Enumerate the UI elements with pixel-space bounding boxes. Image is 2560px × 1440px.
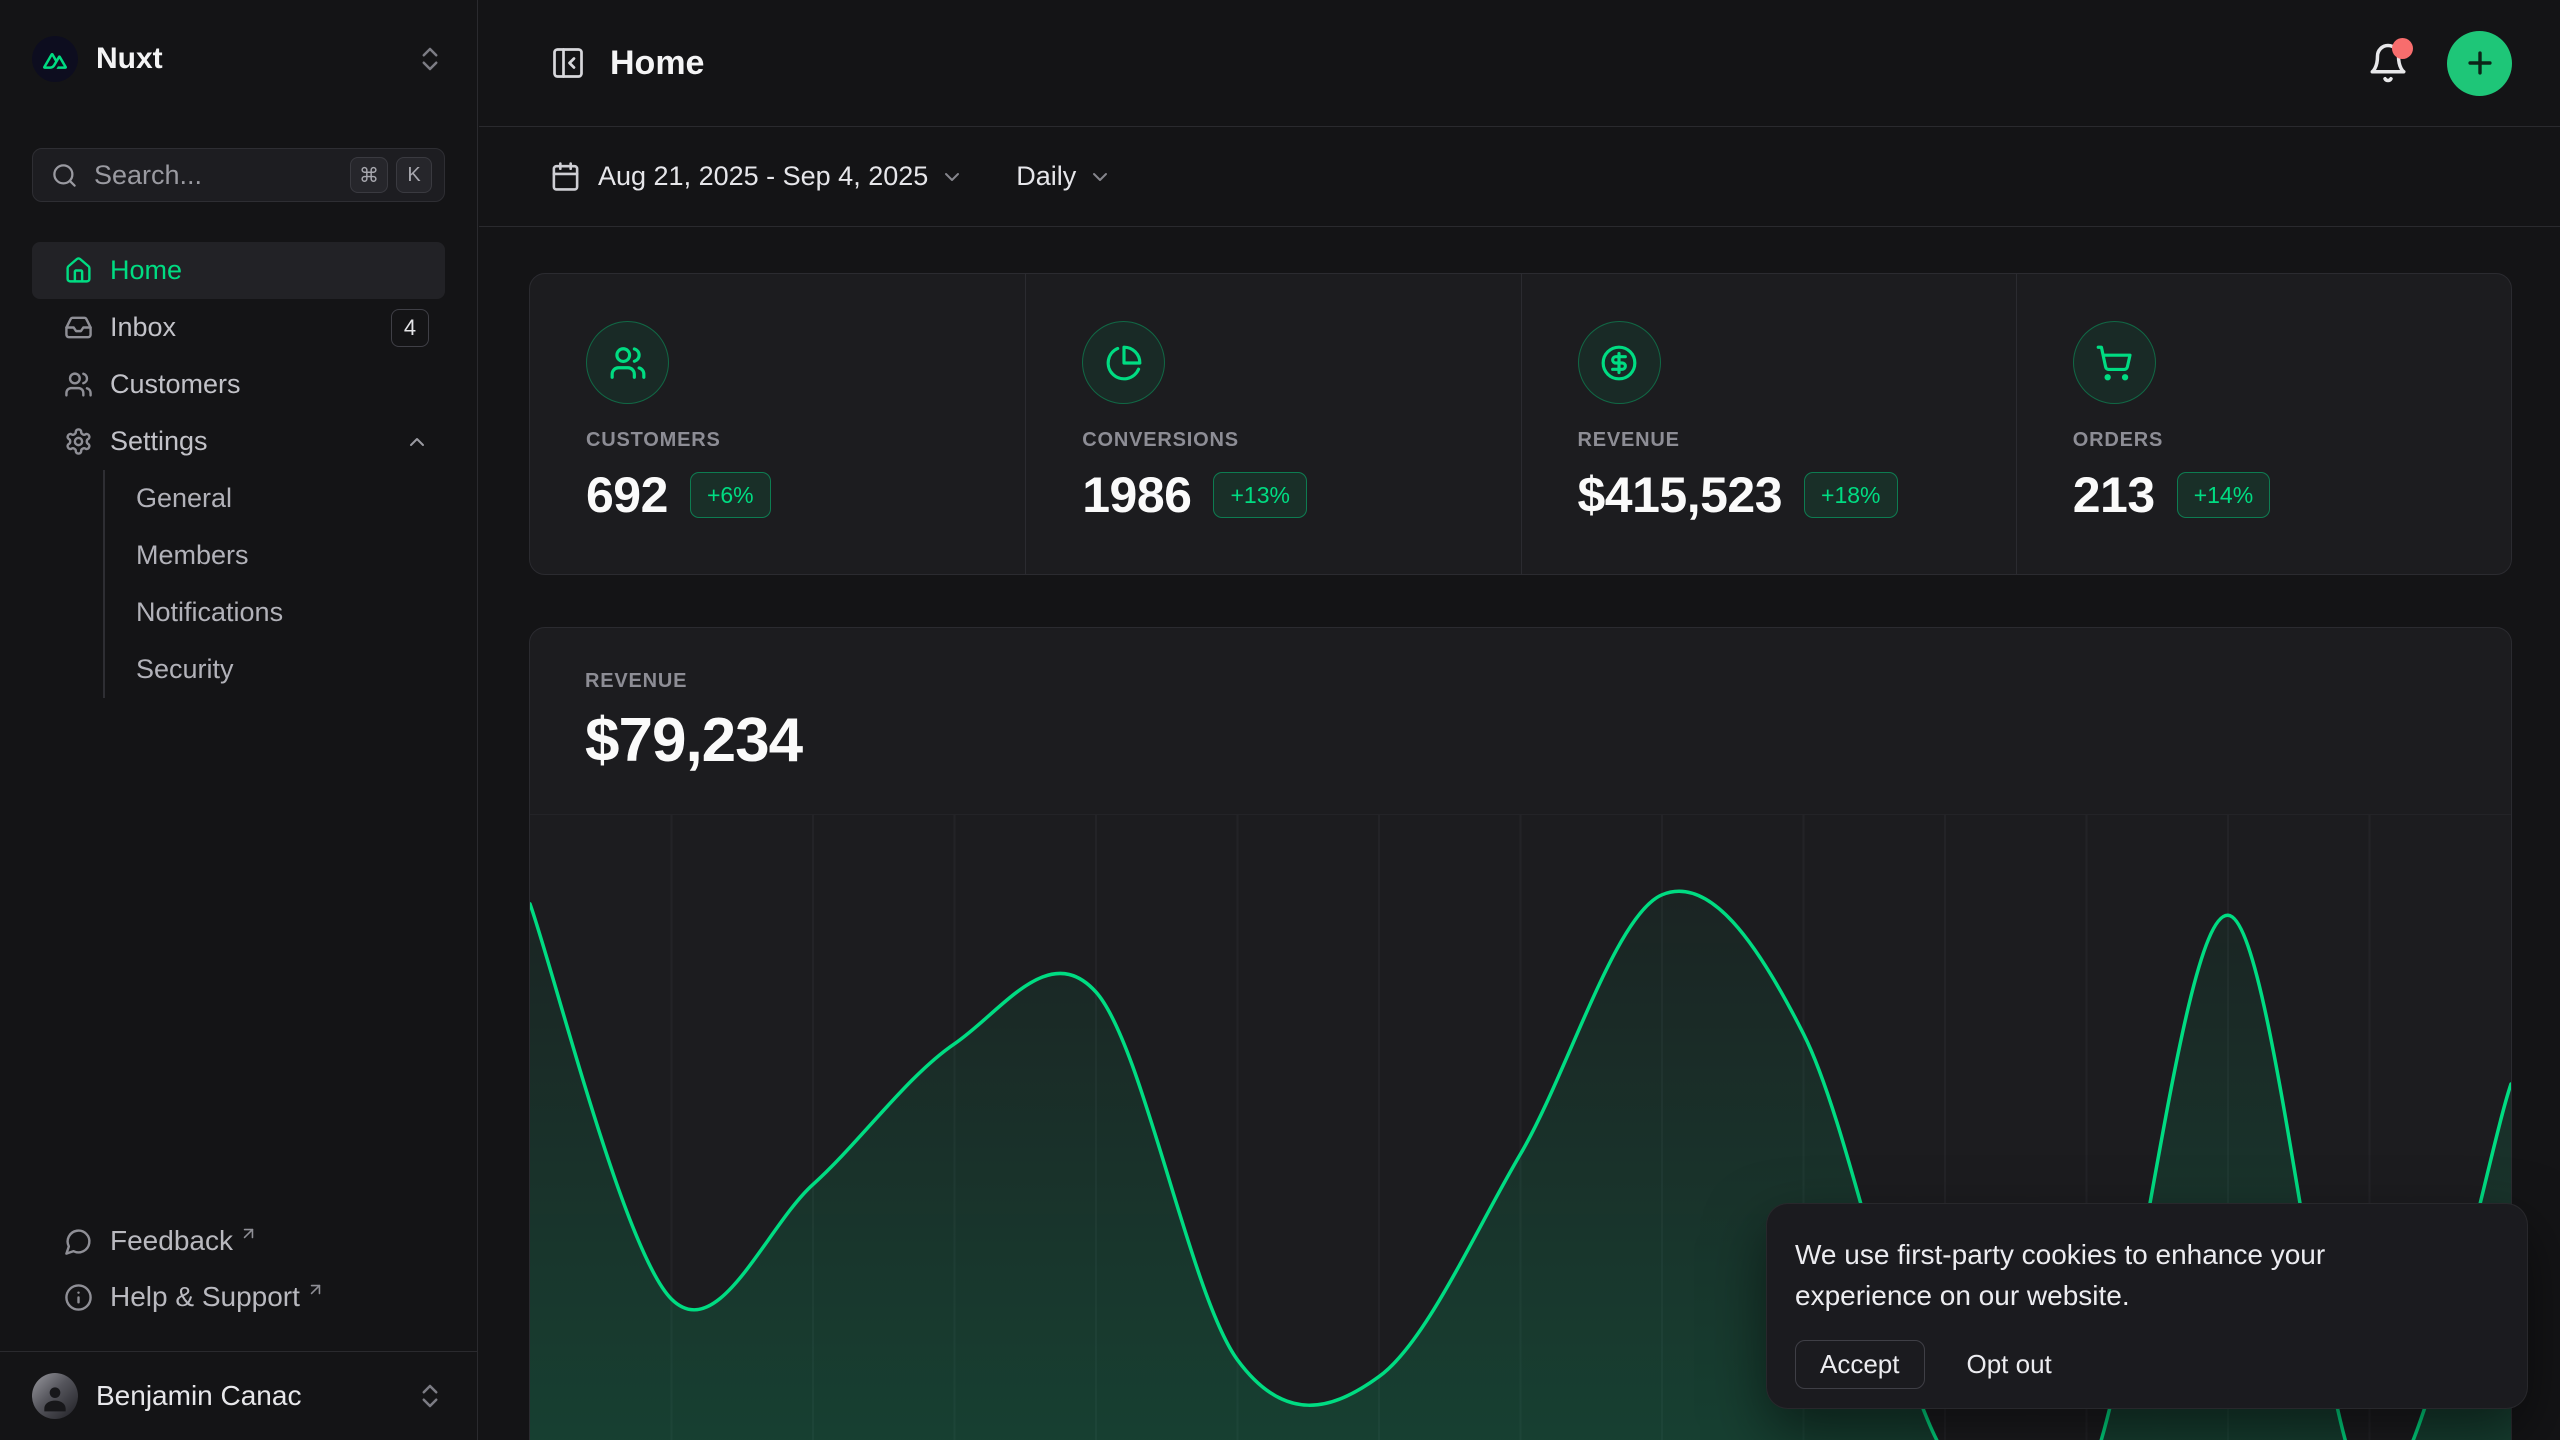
home-icon (64, 256, 93, 285)
sidebar-item-security[interactable]: Security (136, 641, 445, 698)
page-header: Home (479, 0, 2560, 127)
user-menu[interactable]: Benjamin Canac (0, 1352, 477, 1440)
filters-toolbar: Aug 21, 2025 - Sep 4, 2025 Daily (479, 127, 2560, 227)
cookie-banner: We use first-party cookies to enhance yo… (1766, 1203, 2528, 1409)
settings-submenu: General Members Notifications Security (103, 470, 445, 698)
search-input[interactable]: Search... ⌘ K (32, 148, 445, 202)
stat-value: 213 (2073, 466, 2155, 524)
stats-panel: CUSTOMERS 692 +6% CONVERSIONS 1986 +13% (529, 273, 2512, 575)
external-link-icon (239, 1224, 258, 1243)
sidebar-item-customers[interactable]: Customers (32, 356, 445, 413)
add-button[interactable] (2447, 31, 2512, 96)
stat-delta-badge: +18% (1804, 472, 1897, 518)
chevron-down-icon (1088, 165, 1112, 189)
stat-label: CUSTOMERS (586, 429, 985, 452)
message-bubble-icon (64, 1227, 93, 1256)
inbox-icon (64, 313, 93, 342)
stat-value: 1986 (1082, 466, 1191, 524)
sidebar-item-label: Inbox (110, 312, 176, 343)
workspace-name: Nuxt (96, 42, 163, 76)
users-icon (64, 370, 93, 399)
notification-dot (2392, 38, 2413, 59)
sidebar-item-home[interactable]: Home (32, 242, 445, 299)
stat-delta-badge: +14% (2177, 472, 2270, 518)
sidebar-nav: Home Inbox 4 Customers Settings (32, 242, 445, 698)
dollar-circle-icon (1578, 321, 1661, 404)
revenue-chart-label: REVENUE (585, 670, 2455, 693)
sidebar-item-feedback[interactable]: Feedback (32, 1213, 445, 1269)
info-circle-icon (64, 1283, 93, 1312)
sidebar-item-notifications[interactable]: Notifications (136, 584, 445, 641)
sidebar-collapse-icon[interactable] (550, 45, 586, 81)
workspace-switcher[interactable]: Nuxt (32, 28, 445, 90)
stat-delta-badge: +6% (690, 472, 771, 518)
accept-cookies-button[interactable]: Accept (1795, 1340, 1925, 1389)
sub-item-label: General (136, 483, 232, 514)
avatar (32, 1373, 78, 1419)
inbox-count-badge: 4 (391, 309, 429, 347)
sub-item-label: Notifications (136, 597, 283, 628)
dashboard-app: Nuxt Search... ⌘ K Home Inbox (0, 0, 2560, 1440)
sidebar-item-label: Home (110, 255, 182, 286)
sidebar-item-inbox[interactable]: Inbox 4 (32, 299, 445, 356)
nuxt-logo-icon (32, 36, 78, 82)
sidebar-item-general[interactable]: General (136, 470, 445, 527)
sidebar-item-settings[interactable]: Settings (32, 413, 445, 470)
user-name: Benjamin Canac (96, 1380, 301, 1412)
chevrons-up-down-icon (415, 1381, 445, 1411)
page-title: Home (610, 44, 704, 83)
sidebar: Nuxt Search... ⌘ K Home Inbox (0, 0, 478, 1440)
stat-value: 692 (586, 466, 668, 524)
stat-delta-badge: +13% (1213, 472, 1306, 518)
notifications-button[interactable] (2367, 42, 2409, 84)
search-icon (51, 162, 78, 189)
kbd-k: K (396, 157, 432, 193)
sidebar-item-label: Customers (110, 369, 241, 400)
pie-chart-icon (1082, 321, 1165, 404)
revenue-chart-value: $79,234 (585, 705, 2455, 776)
external-link-icon (306, 1280, 325, 1299)
calendar-icon (550, 161, 581, 192)
granularity-value: Daily (1016, 161, 1076, 192)
shopping-cart-icon (2073, 321, 2156, 404)
optout-cookies-button[interactable]: Opt out (1967, 1349, 2052, 1380)
search-placeholder: Search... (94, 160, 202, 191)
chevron-down-icon (940, 165, 964, 189)
stat-value: $415,523 (1578, 466, 1783, 524)
sidebar-item-members[interactable]: Members (136, 527, 445, 584)
stat-label: CONVERSIONS (1082, 429, 1480, 452)
date-range-picker[interactable]: Aug 21, 2025 - Sep 4, 2025 (550, 161, 964, 192)
stat-card-customers: CUSTOMERS 692 +6% (530, 274, 1025, 574)
stat-card-orders: ORDERS 213 +14% (2016, 274, 2511, 574)
date-range-value: Aug 21, 2025 - Sep 4, 2025 (598, 161, 928, 192)
chevron-up-icon (405, 430, 429, 454)
stat-label: ORDERS (2073, 429, 2471, 452)
gear-icon (64, 427, 93, 456)
sidebar-item-label: Help & Support (110, 1281, 300, 1313)
users-icon (586, 321, 669, 404)
sub-item-label: Security (136, 654, 234, 685)
kbd-cmd: ⌘ (350, 157, 388, 193)
granularity-select[interactable]: Daily (1016, 161, 1112, 192)
sidebar-item-help-support[interactable]: Help & Support (32, 1269, 445, 1325)
cookie-message: We use first-party cookies to enhance yo… (1795, 1234, 2385, 1316)
plus-icon (2463, 46, 2497, 80)
stat-card-conversions: CONVERSIONS 1986 +13% (1025, 274, 1520, 574)
chevrons-up-down-icon (415, 44, 445, 74)
stat-card-revenue: REVENUE $415,523 +18% (1521, 274, 2016, 574)
sidebar-item-label: Feedback (110, 1225, 233, 1257)
sidebar-item-label: Settings (110, 426, 208, 457)
stat-label: REVENUE (1578, 429, 1976, 452)
sub-item-label: Members (136, 540, 249, 571)
